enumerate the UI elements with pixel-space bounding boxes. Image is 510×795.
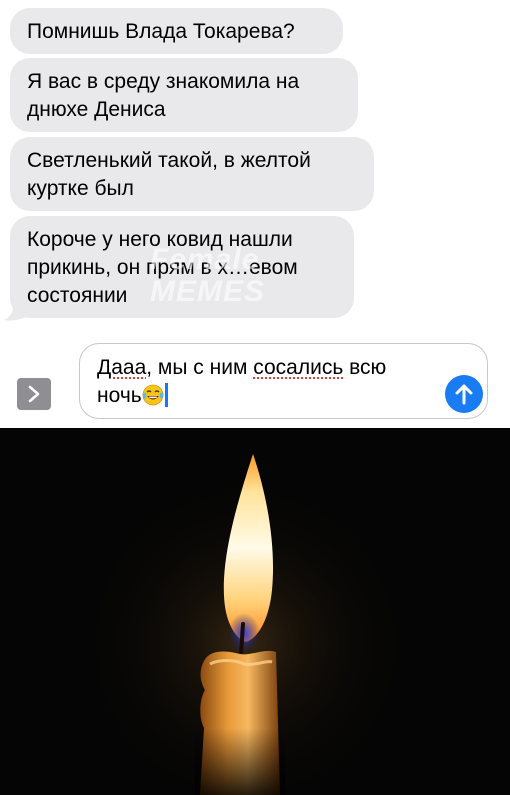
bubble-tail: [4, 300, 28, 321]
chat-thread: Помнишь Влада Токарева? Я вас в среду зн…: [0, 0, 510, 428]
message-bubble[interactable]: Я вас в среду знакомила на днюхе Дениса: [10, 58, 358, 132]
face-with-tears-of-joy-emoji: [142, 384, 164, 406]
apps-button[interactable]: [17, 378, 51, 410]
message-text: Короче у него ковид нашли прикинь, он пр…: [27, 228, 298, 307]
chevron-right-icon: [28, 385, 40, 403]
message-bubble[interactable]: Светленький такой, в желтой куртке был: [10, 137, 374, 211]
message-text: Помнишь Влада Токарева?: [27, 20, 295, 43]
message-input-text: Дааа, мы с ним сосались всю ночь: [97, 354, 427, 410]
message-text: Я вас в среду знакомила на днюхе Дениса: [27, 70, 300, 121]
arrow-up-icon: [455, 384, 473, 405]
misspelled-word: сосались: [253, 356, 344, 379]
message-bubble[interactable]: Короче у него ковид нашли прикинь, он пр…: [10, 216, 354, 318]
candle-flame-image: [0, 428, 510, 795]
message-input[interactable]: Дааа, мы с ним сосались всю ночь: [79, 343, 488, 419]
input-text-part: , мы с ним: [146, 356, 254, 379]
message-bubble[interactable]: Помнишь Влада Токарева?: [10, 8, 343, 54]
send-button[interactable]: [445, 375, 483, 413]
misspelled-word: Дааа: [97, 356, 147, 379]
text-cursor: [164, 383, 168, 407]
message-text: Светленький такой, в желтой куртке был: [27, 149, 311, 200]
